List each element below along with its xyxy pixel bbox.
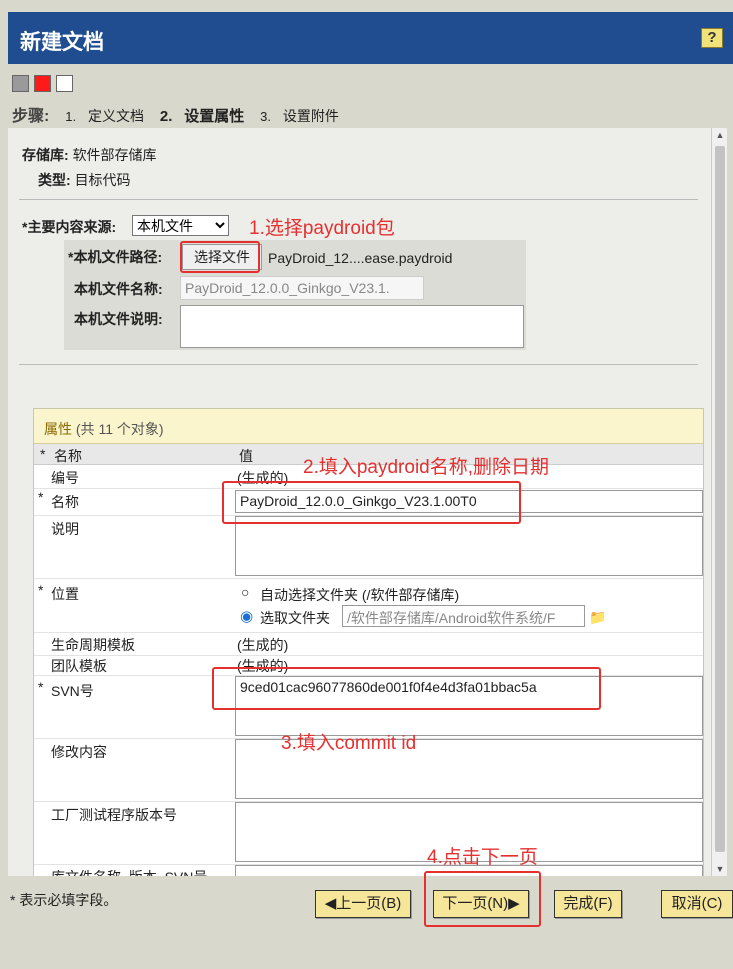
prev-page-button[interactable]: ◀上一页(B) [315, 890, 411, 918]
repo-row: 存储库: 软件部存储库 [22, 145, 157, 165]
repo-label: 存储库: [22, 147, 69, 163]
table-row: 生命周期模板 (生成的) [34, 635, 703, 655]
annotation-box-name [222, 481, 521, 524]
required-mark: * [38, 679, 44, 695]
next-page-button[interactable]: 下一页(N)▶ [433, 890, 529, 918]
chosen-file-name: PayDroid_12....ease.paydroid [268, 250, 453, 266]
required-mark: * [38, 582, 44, 598]
annotation-step-4: 4.点击下一页 [427, 847, 538, 868]
row-divider [34, 578, 703, 579]
next-arrow-icon: ▶ [508, 895, 520, 912]
attr-value: (生成的) [237, 637, 289, 653]
location-pick-radio[interactable]: ◉ [240, 607, 253, 625]
help-button[interactable]: ? [701, 28, 723, 48]
theme-swatch-white[interactable] [56, 75, 73, 92]
location-auto-label: 自动选择文件夹 (/软件部存储库) [260, 587, 460, 603]
finish-button[interactable]: 完成(F) [554, 890, 622, 918]
required-note: * 表示必填字段。 [10, 892, 118, 908]
step-2-label: 设置属性 [184, 108, 245, 125]
attr-name: 说明 [51, 521, 79, 537]
location-auto-radio[interactable]: ○ [241, 584, 249, 600]
cancel-button[interactable]: 取消(C) [661, 890, 733, 918]
divider [19, 199, 698, 200]
scroll-down-icon[interactable]: ▼ [712, 864, 728, 874]
attr-name: 名称 [51, 494, 79, 510]
attr-name: SVN号 [51, 683, 94, 699]
folder-icon[interactable]: 📁 [589, 609, 606, 626]
theme-swatch-gray[interactable] [12, 75, 29, 92]
col-name: 名称 [54, 448, 82, 464]
steps-label: 步骤: [12, 108, 50, 125]
repo-value: 软件部存储库 [72, 147, 157, 163]
content-source-label-text: *主要内容来源: [22, 219, 117, 235]
step-1-label: 定义文档 [87, 108, 144, 124]
file-desc-label: 本机文件说明: [74, 309, 163, 329]
col-value: 值 [239, 448, 253, 464]
attr-name: 编号 [51, 470, 79, 486]
description-textarea[interactable] [235, 516, 703, 576]
next-page-label: 下一页(N) [442, 895, 509, 912]
file-name-field[interactable]: PayDroid_12.0.0_Ginkgo_V23.1. [180, 276, 424, 300]
attributes-count: (共 11 个对象) [75, 421, 164, 437]
folder-path-input[interactable]: /软件部存储库/Android软件系统/F [342, 605, 585, 627]
attr-name: 修改内容 [51, 744, 107, 760]
window-title-bar: 新建文档 ? [8, 12, 733, 64]
type-label: 类型: [38, 172, 71, 188]
attr-name: 工厂测试程序版本号 [51, 807, 177, 823]
divider [19, 364, 698, 365]
step-3-label: 设置附件 [282, 108, 339, 124]
scrollbar-thumb[interactable] [715, 146, 725, 852]
col-required: * [40, 446, 46, 462]
step-1-num: 1. [65, 109, 77, 124]
required-mark: * [38, 489, 44, 505]
prev-arrow-icon: ◀ [324, 895, 337, 912]
file-path-label-text: *本机文件路径: [68, 249, 163, 265]
step-2-num: 2. [159, 108, 173, 125]
attr-name: 位置 [51, 586, 79, 602]
step-3-num: 3. [260, 109, 272, 124]
attributes-header: 属性 (共 11 个对象) [34, 409, 703, 444]
location-pick-label: 选取文件夹 [260, 610, 330, 626]
annotation-box-choose-file [180, 241, 260, 273]
wizard-steps: 步骤: 1. 定义文档 2. 设置属性 3. 设置附件 [12, 102, 339, 126]
type-value: 目标代码 [74, 172, 131, 188]
annotation-step-2: 2.填入paydroid名称,删除日期 [303, 457, 550, 478]
content-source-label: *主要内容来源: [22, 217, 116, 237]
attr-name: 库文件名称_版本_SVN号 [51, 867, 207, 876]
theme-swatch-red[interactable] [34, 75, 51, 92]
annotation-step-3: 3.填入commit id [281, 733, 417, 754]
attributes-title: 属性 [44, 421, 72, 437]
annotation-box-svn [212, 667, 601, 710]
file-desc-label-text: 本机文件说明: [74, 311, 163, 327]
prev-page-label: 上一页(B) [336, 895, 402, 912]
scroll-up-icon[interactable]: ▲ [712, 130, 728, 140]
file-name-label: 本机文件名称: [74, 279, 163, 299]
attr-name: 生命周期模板 [51, 637, 135, 653]
vertical-scrollbar[interactable]: ▲ ▼ [711, 128, 727, 876]
type-row: 类型: 目标代码 [38, 170, 131, 190]
row-divider [34, 632, 703, 633]
file-name-label-text: 本机文件名称: [74, 281, 163, 297]
content-source-select[interactable]: 本机文件 [132, 215, 229, 236]
annotation-step-1: 1.选择paydroid包 [249, 218, 395, 239]
window-title: 新建文档 [20, 31, 104, 54]
file-desc-textarea[interactable] [180, 305, 524, 348]
file-path-label: *本机文件路径: [68, 247, 162, 267]
attr-name: 团队模板 [51, 658, 107, 674]
